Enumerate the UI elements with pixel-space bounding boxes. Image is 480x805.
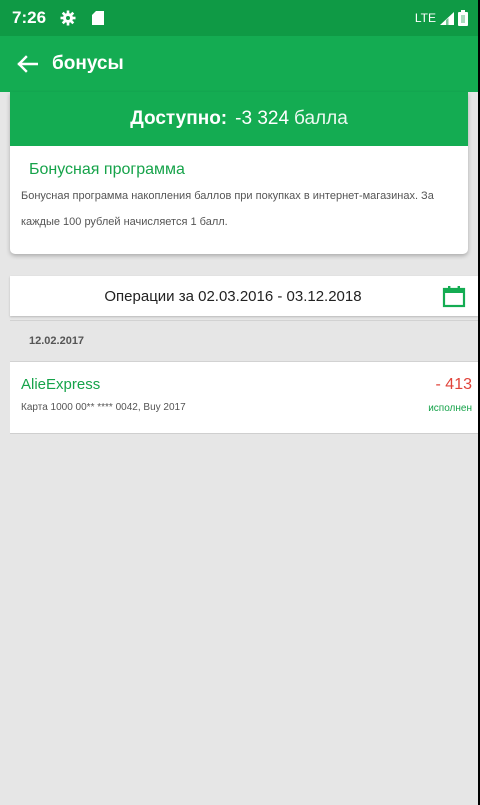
period-text: Операции за 02.03.2016 - 03.12.2018	[104, 287, 362, 305]
gear-icon	[60, 10, 76, 26]
app-bar: бонусы	[0, 36, 478, 92]
calendar-icon[interactable]	[442, 284, 466, 308]
transaction-amount: - 413	[435, 376, 472, 393]
battery-icon	[458, 10, 468, 26]
status-bar: 7:26 LTE	[0, 0, 478, 36]
available-balance: Доступно: -3 324 балла	[10, 92, 468, 146]
available-label: Доступно:	[130, 108, 228, 129]
status-indicators: LTE	[415, 10, 468, 26]
page-title: бонусы	[52, 53, 124, 74]
transaction-merchant: AlieExpress	[21, 376, 101, 393]
transaction-card: Карта 1000 00** **** 0042, Buy 2017	[21, 402, 186, 413]
signal-icon	[440, 11, 454, 25]
period-row: Операции за 02.03.2016 - 03.12.2018	[10, 276, 478, 316]
arrow-left-icon[interactable]	[16, 55, 38, 73]
available-unit: балла	[294, 108, 348, 129]
program-description: Бонусная программа накопления баллов при…	[21, 190, 434, 228]
transaction-status: исполнен	[428, 403, 472, 414]
screen: 7:26 LTE бонусы Доступно: -3 324 балла Б…	[0, 0, 480, 805]
program-title: Бонусная программа	[29, 161, 185, 178]
sd-card-icon	[92, 11, 105, 25]
status-time: 7:26	[12, 8, 47, 27]
network-type: LTE	[414, 11, 436, 25]
transaction-row[interactable]: AlieExpress - 413 Карта 1000 00** **** 0…	[10, 362, 478, 434]
date-group-header: 12.02.2017	[10, 320, 478, 362]
bonus-card: Доступно: -3 324 балла Бонусная программ…	[10, 92, 468, 254]
available-value: -3 324	[235, 108, 290, 129]
